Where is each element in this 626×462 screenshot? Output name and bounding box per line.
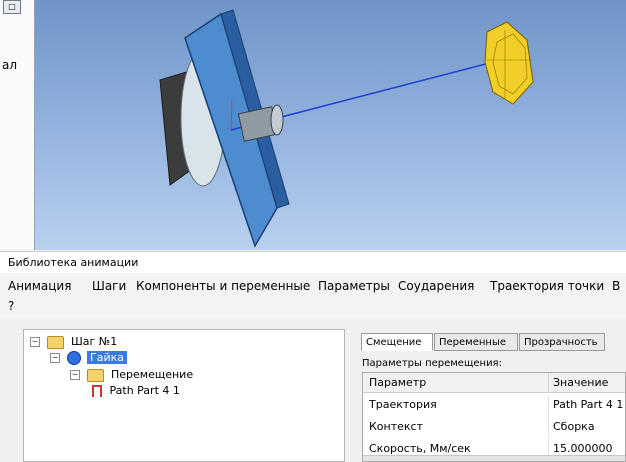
table-cell-value[interactable]: Сборка — [549, 417, 625, 437]
tree-node-path[interactable]: Path Part 4 1 — [92, 383, 180, 399]
menu-animation[interactable]: Анимация — [8, 279, 71, 293]
collapse-icon[interactable]: − — [50, 353, 60, 363]
table-cell-param: Контекст — [363, 417, 549, 437]
tree-node-part-label: Гайка — [87, 351, 127, 364]
params-caption: Параметры перемещения: — [362, 358, 502, 369]
steps-tree[interactable]: − Шаг №1 − Гайка − Перемещение Path Part… — [23, 329, 345, 462]
horizontal-scrollbar[interactable] — [363, 455, 625, 461]
tab-transparency[interactable]: Прозрачность — [519, 333, 605, 351]
tab-variables[interactable]: Переменные — [434, 333, 518, 351]
path-icon — [92, 385, 102, 397]
folder-icon — [86, 368, 104, 382]
table-cell-value[interactable]: Path Part 4 1 — [549, 395, 625, 415]
model-viewport[interactable] — [35, 0, 626, 250]
tree-node-movement[interactable]: − Перемещение — [70, 367, 193, 383]
collapse-icon[interactable]: − — [70, 370, 80, 380]
header-parameter[interactable]: Параметр — [363, 373, 549, 393]
3d-scene — [159, 9, 534, 248]
menu-help[interactable]: ? — [8, 299, 14, 313]
menu-collisions[interactable]: Соударения — [398, 279, 474, 293]
folder-icon — [46, 335, 64, 349]
menu-components[interactable]: Компоненты и переменные — [136, 279, 310, 293]
menu-point-path[interactable]: Траектория точки — [490, 279, 604, 293]
part-icon — [66, 351, 81, 365]
tree-node-part[interactable]: − Гайка — [50, 350, 127, 366]
menu-bar: Анимация Шаги Компоненты и переменные Па… — [0, 273, 626, 319]
menu-steps[interactable]: Шаги — [92, 279, 126, 293]
parameters-table[interactable]: Параметр Значение Траектория Path Part 4… — [362, 372, 626, 462]
table-cell-param: Траектория — [363, 395, 549, 415]
menu-parameters[interactable]: Параметры — [318, 279, 390, 293]
menu-overflow[interactable]: В — [612, 279, 620, 293]
left-side-panel: □ ал — [0, 0, 35, 250]
window-icon[interactable]: □ — [3, 0, 21, 14]
header-value[interactable]: Значение — [549, 373, 625, 393]
panel-title: Библиотека анимации — [0, 251, 626, 273]
collapse-icon[interactable]: − — [30, 337, 40, 347]
tree-node-step[interactable]: − Шаг №1 — [30, 334, 117, 350]
left-panel-label: ал — [2, 58, 18, 72]
tab-offset[interactable]: Смещение — [361, 333, 433, 351]
